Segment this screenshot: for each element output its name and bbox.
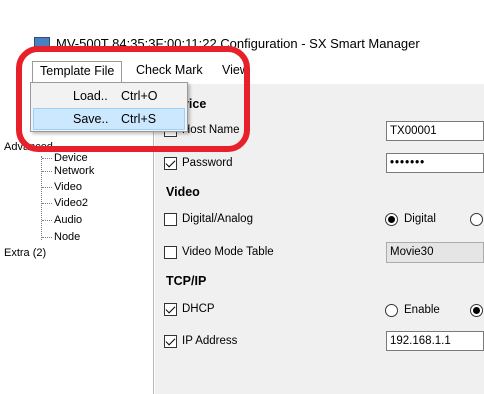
ip-address-label: IP Address — [182, 335, 238, 347]
tree-branch — [42, 220, 52, 221]
password-input[interactable]: ••••••• — [386, 153, 484, 173]
tree-item-network[interactable]: Network — [54, 165, 94, 178]
menu-template-file[interactable]: Template File — [32, 61, 123, 82]
tree-item-audio[interactable]: Audio — [54, 214, 82, 227]
tree-item-video[interactable]: Video — [54, 181, 82, 194]
window-title: MV-500T 84:35:3F:00:11:22 Configuration … — [56, 36, 420, 51]
tree-item-advanced[interactable]: Advanced — [4, 141, 53, 154]
video-mode-table-label: Video Mode Table — [182, 246, 274, 258]
dhcp-checkbox[interactable] — [164, 303, 177, 316]
host-name-label: Host Name — [182, 124, 240, 136]
tree-branch — [42, 203, 52, 204]
dhcp-label: DHCP — [182, 303, 215, 315]
enable-radio-label: Enable — [404, 304, 440, 316]
section-title-tcpip: TCP/IP — [166, 274, 207, 288]
tree-branch — [42, 187, 52, 188]
tree-connector — [41, 156, 42, 240]
password-checkbox[interactable] — [164, 157, 177, 170]
menu-item-save[interactable]: Save.. Ctrl+S — [33, 108, 185, 130]
ip-address-input[interactable]: 192.168.1.1 — [386, 331, 484, 351]
digital-analog-checkbox[interactable] — [164, 213, 177, 226]
tree-item-extra[interactable]: Extra (2) — [4, 247, 46, 260]
menu-item-save-shortcut: Ctrl+S — [121, 112, 157, 126]
menu-item-save-label: Save.. — [73, 112, 109, 126]
menu-view[interactable]: View — [215, 61, 256, 82]
app-icon — [34, 37, 50, 49]
digital-radio-label: Digital — [404, 213, 436, 225]
video-mode-table-checkbox[interactable] — [164, 246, 177, 259]
digital-radio[interactable] — [385, 213, 398, 226]
tree-branch — [42, 237, 52, 238]
analog-radio[interactable] — [470, 213, 483, 226]
menu-check-mark[interactable]: Check Mark — [129, 61, 210, 82]
password-label: Password — [182, 157, 233, 169]
title-bar: MV-500T 84:35:3F:00:11:22 Configuration … — [0, 0, 484, 58]
disable-radio[interactable] — [470, 304, 483, 317]
ip-address-checkbox[interactable] — [164, 335, 177, 348]
tree-branch — [42, 158, 52, 159]
menu-item-load-label: Load.. — [73, 89, 108, 103]
menu-item-load[interactable]: Load.. Ctrl+O — [33, 85, 185, 107]
section-title-video: Video — [166, 185, 200, 199]
digital-analog-label: Digital/Analog — [182, 213, 253, 225]
template-file-dropdown: Load.. Ctrl+O Save.. Ctrl+S — [30, 82, 188, 132]
tree-branch — [42, 171, 52, 172]
enable-radio[interactable] — [385, 304, 398, 317]
tree-item-video2[interactable]: Video2 — [54, 197, 88, 210]
host-name-input[interactable]: TX00001 — [386, 121, 484, 141]
tree-item-node[interactable]: Node — [54, 231, 80, 244]
menu-item-load-shortcut: Ctrl+O — [121, 89, 158, 103]
video-mode-select[interactable]: Movie30 — [386, 242, 484, 263]
tree-item-device[interactable]: Device — [54, 152, 88, 165]
